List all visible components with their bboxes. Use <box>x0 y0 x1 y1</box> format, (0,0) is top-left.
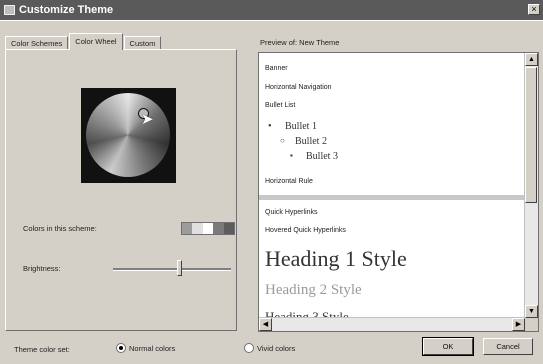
tab-strip: Color Schemes Color Wheel Custom <box>5 33 162 50</box>
color-wheel-shading <box>86 93 170 177</box>
vivid-colors-label: Vivid colors <box>257 343 296 353</box>
normal-colors-option[interactable]: Normal colors <box>116 343 175 353</box>
preview-label: Preview of: New Theme <box>260 38 340 47</box>
theme-color-set-label: Theme color set: <box>14 345 70 354</box>
preview-heading-2: Heading 2 Style <box>265 282 362 298</box>
tab-color-schemes[interactable]: Color Schemes <box>5 36 69 50</box>
bullet-circle-icon: ○ <box>280 136 285 145</box>
brightness-slider-thumb[interactable] <box>176 260 182 276</box>
close-button[interactable]: × <box>528 4 540 15</box>
scroll-right-arrow-icon[interactable]: ▶ <box>512 318 525 331</box>
normal-colors-radio[interactable] <box>116 343 126 353</box>
colors-in-scheme-label: Colors in this scheme: <box>23 224 97 233</box>
vivid-colors-radio[interactable] <box>244 343 254 353</box>
brightness-label: Brightness: <box>23 264 61 273</box>
preview-quick-hyperlinks: Quick Hyperlinks <box>265 209 318 216</box>
brightness-slider-track[interactable] <box>113 268 231 271</box>
theme-preview-pane: Banner Horizontal Navigation Bullet List… <box>258 52 539 332</box>
preview-horizontal-rule-label: Horizontal Rule <box>265 178 313 185</box>
bullet-dot-icon: • <box>268 121 272 132</box>
preview-horizontal-navigation: Horizontal Navigation <box>265 84 332 91</box>
preview-horizontal-scrollbar[interactable]: ◀ ▶ <box>259 317 525 331</box>
color-wheel-panel: ➤ Colors in this scheme: Brightness: <box>5 49 237 331</box>
mouse-pointer-icon: ➤ <box>141 111 154 128</box>
preview-bullet-list: Bullet List <box>265 102 296 109</box>
tab-custom[interactable]: Custom <box>123 36 162 50</box>
scroll-left-arrow-icon[interactable]: ◀ <box>259 318 272 331</box>
preview-bullet-2: Bullet 2 <box>295 136 327 147</box>
ok-button[interactable]: OK <box>422 337 474 356</box>
preview-heading-1: Heading 1 Style <box>265 246 407 271</box>
preview-bullet-3: Bullet 3 <box>306 151 338 162</box>
swatch-2 <box>192 223 203 234</box>
vivid-colors-option[interactable]: Vivid colors <box>244 343 295 353</box>
scheme-swatches <box>181 222 235 235</box>
normal-colors-label: Normal colors <box>129 343 176 353</box>
swatch-1 <box>182 223 193 234</box>
cancel-button[interactable]: Cancel <box>483 338 533 355</box>
frame-edge <box>0 20 543 21</box>
bullet-square-icon: ▪ <box>290 151 293 160</box>
window-title: Customize Theme <box>19 4 114 16</box>
preview-horizontal-rule <box>259 195 525 200</box>
tab-color-wheel[interactable]: Color Wheel <box>69 33 123 50</box>
scrollbar-corner <box>525 318 538 331</box>
preview-banner: Banner <box>265 65 288 72</box>
swatch-3 <box>202 223 214 234</box>
swatch-4 <box>213 223 224 234</box>
scroll-down-arrow-icon[interactable]: ▼ <box>525 305 538 318</box>
scroll-up-arrow-icon[interactable]: ▲ <box>525 53 538 66</box>
vertical-scroll-thumb[interactable] <box>525 67 537 203</box>
swatch-5 <box>223 223 235 234</box>
preview-vertical-scrollbar[interactable]: ▲ ▼ <box>524 53 538 318</box>
preview-hovered-quick-hyperlinks: Hovered Quick Hyperlinks <box>265 227 346 234</box>
preview-bullet-1: Bullet 1 <box>285 121 317 132</box>
color-wheel-box: ➤ <box>81 88 176 183</box>
title-bar: Customize Theme × <box>0 0 543 20</box>
app-icon <box>4 5 15 15</box>
